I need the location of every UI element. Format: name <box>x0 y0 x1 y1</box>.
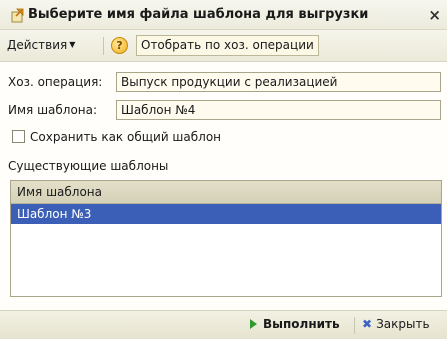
column-header-template-name[interactable]: Имя шаблона <box>11 181 441 204</box>
template-export-icon <box>10 8 25 23</box>
save-common-label[interactable]: Сохранить как общий шаблон <box>30 130 221 144</box>
template-name-input[interactable]: Шаблон №4 <box>116 100 441 120</box>
help-icon[interactable]: ? <box>111 37 128 54</box>
close-icon[interactable]: × <box>428 6 441 24</box>
save-common-checkbox[interactable] <box>12 130 25 143</box>
dialog-title: Выберите имя файла шаблона для выгрузки <box>28 7 369 22</box>
dialog-window: Выберите имя файла шаблона для выгрузки … <box>0 0 447 339</box>
template-name-label: Имя шаблона: <box>8 103 98 117</box>
chevron-down-icon: ▼ <box>69 40 76 49</box>
bottom-bar: Выполнить ✖ Закрыть <box>0 310 447 339</box>
close-button[interactable]: ✖ Закрыть <box>362 317 430 331</box>
run-button[interactable]: Выполнить <box>250 317 340 331</box>
actions-menu-button[interactable]: Действия ▼ <box>7 38 75 52</box>
operation-label: Хоз. операция: <box>8 75 103 89</box>
templates-table: Имя шаблона Шаблон №3 <box>10 180 442 297</box>
actions-menu-label: Действия <box>7 38 68 52</box>
table-row[interactable]: Шаблон №3 <box>11 204 441 224</box>
run-button-label: Выполнить <box>263 317 340 331</box>
existing-templates-label: Существующие шаблоны <box>8 159 169 173</box>
toolbar-divider <box>103 37 104 55</box>
play-icon <box>250 319 257 329</box>
title-bar: Выберите имя файла шаблона для выгрузки … <box>0 0 447 30</box>
close-button-label: Закрыть <box>376 317 430 331</box>
filter-by-operation-button[interactable]: Отобрать по хоз. операции <box>136 35 319 56</box>
toolbar: Действия ▼ ? Отобрать по хоз. операции <box>0 30 447 62</box>
bottom-divider <box>354 317 355 334</box>
close-x-icon: ✖ <box>362 317 373 331</box>
operation-field[interactable]: Выпуск продукции с реализацией <box>116 72 441 92</box>
